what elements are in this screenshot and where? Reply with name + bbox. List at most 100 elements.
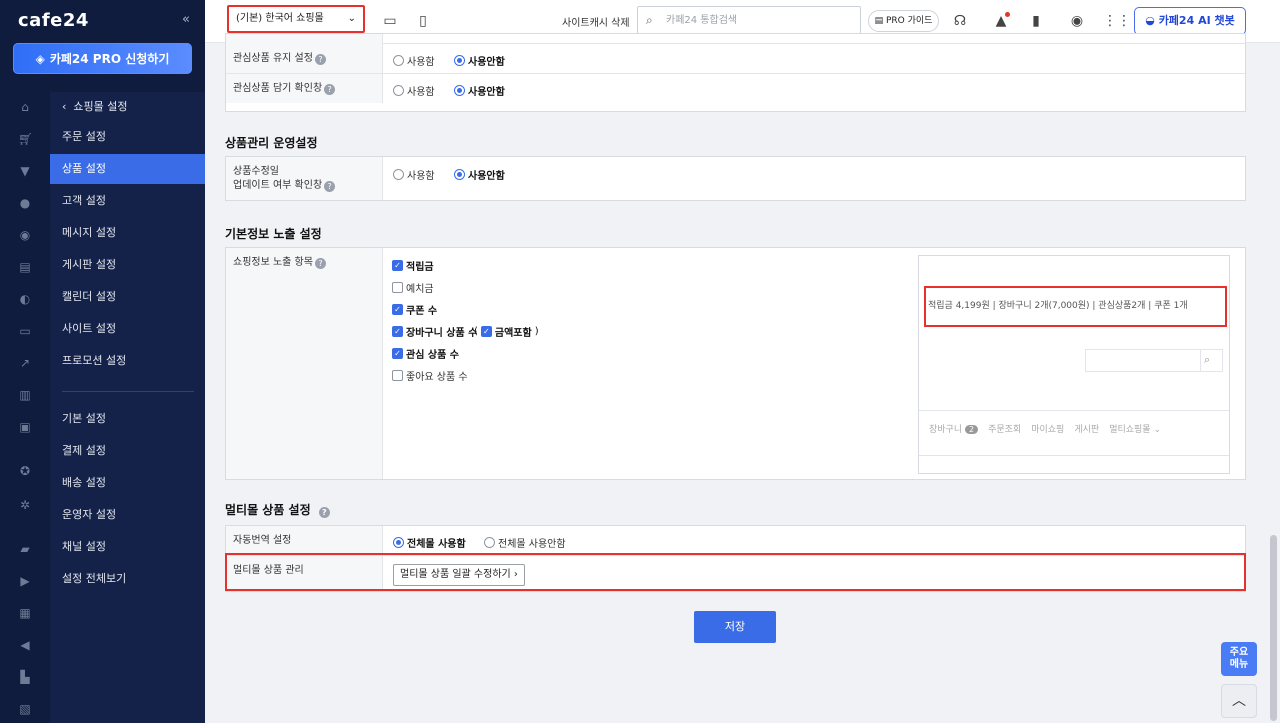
radio-label: 사용안함 bbox=[468, 171, 505, 182]
shop-select-value: (기본) 한국어 쇼핑몰 bbox=[236, 13, 324, 24]
help-icon[interactable]: ? bbox=[324, 84, 336, 95]
section-title-basic-info: 기본정보 노출 설정 bbox=[225, 227, 322, 241]
multimall-all-notuse-radio[interactable]: 전체몰 사용안함 bbox=[484, 535, 566, 550]
paren-close: ) bbox=[534, 326, 539, 337]
menu-item-shipping[interactable]: 배송 설정 bbox=[50, 468, 205, 498]
wishlist-confirm-notuse-radio[interactable]: 사용안함 bbox=[454, 83, 505, 98]
menu-item-promotion[interactable]: 프로모션 설정 bbox=[50, 346, 205, 376]
pro-apply-button[interactable]: ◈ 카페24 PRO 신청하기 bbox=[13, 43, 192, 74]
radio-label: 사용안함 bbox=[468, 87, 505, 98]
box-icon[interactable]: ▧ bbox=[18, 702, 32, 716]
row-header: 관심상품 담기 확인창? bbox=[226, 74, 383, 103]
pro-guide-label: PRO 가이드 bbox=[885, 16, 933, 26]
menu-item-order[interactable]: 주문 설정 bbox=[50, 122, 205, 152]
menu-item-channel[interactable]: 채널 설정 bbox=[50, 532, 205, 562]
chevron-down-icon: ⌄ bbox=[347, 13, 356, 24]
content-area: 관심상품 유지 설정? 사용함 사용안함 관심상품 담기 확인창? 사용함 사용… bbox=[205, 33, 1267, 723]
wishlist-keep-notuse-radio[interactable]: 사용안함 bbox=[454, 53, 505, 68]
wishlist-confirm-use-radio[interactable]: 사용함 bbox=[393, 83, 435, 98]
menu-item-operator[interactable]: 운영자 설정 bbox=[50, 500, 205, 530]
preview-divider bbox=[919, 410, 1229, 411]
award-icon[interactable]: ✪ bbox=[18, 464, 32, 478]
checkbox-wishlist-count[interactable]: ✓ 관심 상품 수 bbox=[392, 346, 459, 361]
table-row: 쇼핑정보 노출 항목? ✓ 적립금 예치금 ✓ 쿠폰 수 ✓ 장바구니 상품 수 (✓… bbox=[226, 248, 1245, 479]
radio-label: 사용안함 bbox=[468, 57, 505, 68]
export-icon[interactable]: ▣ bbox=[18, 420, 32, 434]
person-icon[interactable]: ● bbox=[18, 196, 32, 210]
megaphone-icon[interactable]: ◀ bbox=[18, 638, 32, 652]
checkbox-label: 좋아요 상품 수 bbox=[406, 372, 468, 383]
bag-icon[interactable]: ▦ bbox=[18, 606, 32, 620]
stats-icon[interactable]: ▥ bbox=[18, 388, 32, 402]
preview-nav-cart: 장바구니 2 bbox=[929, 422, 979, 435]
menu-item-site[interactable]: 사이트 설정 bbox=[50, 314, 205, 344]
home-icon[interactable]: ⌂ bbox=[18, 100, 32, 114]
settings-icon[interactable]: ✲ bbox=[18, 498, 32, 512]
truck-icon[interactable]: ▰ bbox=[18, 542, 32, 556]
table-row: 상품수정일 업데이트 여부 확인창? 사용함 사용안함 bbox=[226, 157, 1245, 200]
menu-item-board[interactable]: 게시판 설정 bbox=[50, 250, 205, 280]
cafe24-logo[interactable]: cafe24 bbox=[18, 10, 89, 31]
help-icon[interactable]: ? bbox=[314, 54, 326, 65]
help-icon[interactable]: ? bbox=[318, 507, 330, 518]
row-header: 자동번역 설정 bbox=[226, 526, 383, 555]
menu-item-calendar[interactable]: 캘린더 설정 bbox=[50, 282, 205, 312]
store-icon[interactable]: ▙ bbox=[18, 670, 32, 684]
bookmark-icon[interactable]: ▮ bbox=[1027, 12, 1045, 30]
checkbox-like-count[interactable]: 좋아요 상품 수 bbox=[392, 368, 468, 383]
help-icon[interactable]: ? bbox=[324, 181, 336, 192]
checkbox-amount-include[interactable]: (✓ 금액포함) bbox=[474, 324, 539, 339]
menu-item-payment[interactable]: 결제 설정 bbox=[50, 436, 205, 466]
pro-guide-button[interactable]: ▤ PRO 가이드 bbox=[868, 10, 939, 32]
scrollbar[interactable] bbox=[1267, 43, 1280, 723]
mobile-icon[interactable]: ▯ bbox=[414, 12, 432, 30]
menu-item-customer[interactable]: 고객 설정 bbox=[50, 186, 205, 216]
apps-grid-icon[interactable]: ⋮⋮ bbox=[1103, 12, 1131, 30]
checkbox-coupon-count[interactable]: ✓ 쿠폰 수 bbox=[392, 302, 437, 317]
row-header: 상품수정일 업데이트 여부 확인창? bbox=[226, 157, 383, 200]
video-icon[interactable]: ▶ bbox=[18, 574, 32, 588]
preview-summary: 적립금 4,199원 | 장바구니 2개(7,000원) | 관심상품2개 | … bbox=[924, 286, 1227, 327]
back-to-shop-settings[interactable]: ‹ 쇼핑몰 설정 bbox=[50, 92, 205, 122]
menu-item-basic[interactable]: 기본 설정 bbox=[50, 404, 205, 434]
ticket-icon[interactable]: ▭ bbox=[18, 324, 32, 338]
checkbox-cart-count[interactable]: ✓ 장바구니 상품 수 bbox=[392, 324, 477, 339]
palette-icon[interactable]: ◐ bbox=[18, 292, 32, 306]
radio-label: 전체몰 사용안함 bbox=[498, 539, 566, 550]
product-ops-use-radio[interactable]: 사용함 bbox=[393, 167, 435, 182]
menu-item-message[interactable]: 메시지 설정 bbox=[50, 218, 205, 248]
board-icon[interactable]: ▤ bbox=[18, 260, 32, 274]
menu-item-product[interactable]: 상품 설정 bbox=[50, 154, 205, 184]
multimall-all-use-radio[interactable]: 전체몰 사용함 bbox=[393, 535, 466, 550]
paren-open: ( bbox=[474, 326, 478, 337]
menu-divider bbox=[62, 391, 194, 392]
desktop-icon[interactable]: ▭ bbox=[381, 12, 399, 30]
shopping-info-preview: 적립금 4,199원 | 장바구니 2개(7,000원) | 관심상품2개 | … bbox=[918, 255, 1230, 474]
account-icon[interactable]: ◉ bbox=[1068, 12, 1086, 30]
ai-chatbot-button[interactable]: ◒ 카페24 AI 챗봇 bbox=[1134, 7, 1246, 35]
main-menu-button[interactable]: 주요 메뉴 bbox=[1221, 642, 1257, 676]
search-input[interactable] bbox=[666, 12, 856, 28]
checkbox-mileage[interactable]: ✓ 적립금 bbox=[392, 258, 434, 273]
headset-icon[interactable]: ☊ bbox=[951, 12, 969, 30]
cache-delete-link[interactable]: 사이트캐시 삭제 bbox=[562, 14, 630, 29]
menu-item-all-settings[interactable]: 설정 전체보기 bbox=[50, 564, 205, 594]
shirt-icon[interactable]: ▼ bbox=[18, 164, 32, 178]
wishlist-keep-label: 관심상품 유지 설정 bbox=[233, 53, 313, 64]
cart-icon[interactable]: 🛒︎ bbox=[18, 132, 33, 146]
ai-chatbot-label: 카페24 AI 챗봇 bbox=[1158, 14, 1235, 27]
badge-icon: ◈ bbox=[35, 51, 45, 66]
scroll-top-button[interactable]: ︿ bbox=[1221, 684, 1257, 718]
row-value: ✓ 적립금 예치금 ✓ 쿠폰 수 ✓ 장바구니 상품 수 (✓ 금액포함) ✓ 관심 상품… bbox=[384, 248, 1245, 479]
shop-select[interactable]: (기본) 한국어 쇼핑몰 ⌄ bbox=[227, 5, 365, 33]
save-button[interactable]: 저장 bbox=[694, 611, 776, 643]
collapse-sidebar-icon[interactable]: « bbox=[182, 12, 190, 27]
checkbox-deposit[interactable]: 예치금 bbox=[392, 280, 434, 295]
chart-icon[interactable]: ↗ bbox=[18, 356, 32, 370]
product-ops-notuse-radio[interactable]: 사용안함 bbox=[454, 167, 505, 182]
wishlist-keep-use-radio[interactable]: 사용함 bbox=[393, 53, 435, 68]
chat-icon[interactable]: ◉ bbox=[18, 228, 32, 242]
scroll-thumb[interactable] bbox=[1270, 535, 1277, 721]
help-icon[interactable]: ? bbox=[314, 258, 326, 269]
table-row: 관심상품 담기 확인창? 사용함 사용안함 bbox=[226, 74, 1245, 103]
